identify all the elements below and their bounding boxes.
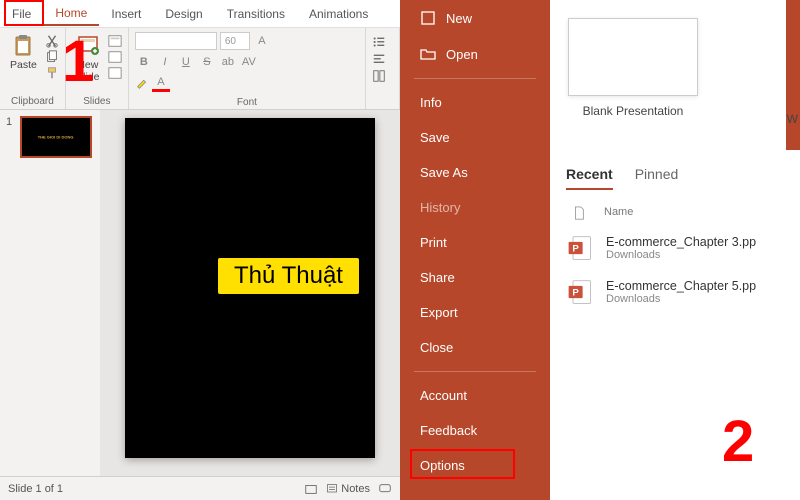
template-blank[interactable]: Blank Presentation [568, 18, 698, 118]
backstage-content: Blank Presentation W Recent Pinned Name … [550, 0, 800, 500]
recent-area: Recent Pinned Name P E-commerce_Chapter … [558, 166, 800, 316]
editor-area: 1 THE GIOI DI DONG [0, 110, 400, 476]
backstage-nav: New Open Info Save Save As History Print… [400, 0, 550, 500]
backstage-history: History [400, 190, 550, 225]
recent-file-1[interactable]: P E-commerce_Chapter 3.pp Downloads [566, 228, 800, 272]
thumb-number: 1 [6, 116, 12, 128]
backstage-view: New Open Info Save Save As History Print… [400, 0, 800, 500]
ribbon-tabs: File Home Insert Design Transitions Anim… [0, 0, 400, 28]
svg-text:P: P [572, 244, 579, 255]
ribbon-body: Paste Clipboard New Slide [0, 28, 400, 110]
file-name: E-commerce_Chapter 5.pp [606, 279, 756, 293]
align-icon[interactable] [372, 52, 386, 66]
file-location: Downloads [606, 249, 756, 261]
layout-icon[interactable] [108, 34, 122, 48]
text-shadow-button[interactable]: ab [219, 53, 237, 71]
reset-icon[interactable] [108, 50, 122, 64]
group-slides: New Slide Slides [66, 28, 129, 109]
spellcheck-icon[interactable] [304, 482, 318, 496]
backstage-share[interactable]: Share [400, 260, 550, 295]
notes-icon [326, 483, 338, 495]
backstage-new[interactable]: New [400, 0, 550, 36]
backstage-feedback[interactable]: Feedback [400, 413, 550, 448]
char-spacing-button[interactable]: AV [240, 53, 258, 71]
separator [414, 371, 536, 372]
group-slides-label: Slides [72, 94, 122, 107]
strike-button[interactable]: S [198, 53, 216, 71]
bullets-icon[interactable] [372, 35, 386, 49]
backstage-export[interactable]: Export [400, 295, 550, 330]
template-thumb [568, 18, 698, 96]
truncated-template [786, 0, 800, 150]
powerpoint-editor-window: File Home Insert Design Transitions Anim… [0, 0, 400, 500]
new-icon [420, 10, 436, 26]
pptx-icon: P [566, 278, 594, 306]
font-family-select[interactable] [135, 32, 217, 50]
paste-label: Paste [10, 60, 37, 72]
backstage-print[interactable]: Print [400, 225, 550, 260]
tab-home[interactable]: Home [43, 2, 99, 26]
group-font: 60 A B I U S ab AV A Font [129, 28, 366, 109]
file-location: Downloads [606, 293, 756, 305]
recent-file-2[interactable]: P E-commerce_Chapter 5.pp Downloads [566, 272, 800, 316]
cut-icon[interactable] [45, 34, 59, 48]
new-slide-button[interactable]: New Slide [72, 32, 104, 85]
slide-thumbnail-1[interactable]: THE GIOI DI DONG [20, 116, 92, 158]
tab-insert[interactable]: Insert [99, 3, 153, 25]
tab-pinned[interactable]: Pinned [635, 166, 679, 190]
grow-font-icon[interactable]: A [253, 32, 271, 50]
comments-icon[interactable] [378, 482, 392, 496]
backstage-account[interactable]: Account [400, 378, 550, 413]
format-painter-icon[interactable] [45, 66, 59, 80]
backstage-save[interactable]: Save [400, 120, 550, 155]
slide-thumbnail-panel: 1 THE GIOI DI DONG [0, 110, 100, 476]
group-clipboard-label: Clipboard [6, 94, 59, 107]
backstage-save-as[interactable]: Save As [400, 155, 550, 190]
backstage-options[interactable]: Options [400, 448, 550, 483]
open-folder-icon [420, 46, 436, 62]
paste-icon [11, 34, 35, 58]
backstage-open[interactable]: Open [400, 36, 550, 72]
italic-button[interactable]: I [156, 53, 174, 71]
tab-transitions[interactable]: Transitions [215, 3, 297, 25]
tab-animations[interactable]: Animations [297, 3, 380, 25]
bold-button[interactable]: B [135, 53, 153, 71]
new-slide-label: New Slide [76, 60, 99, 83]
col-name: Name [604, 206, 633, 220]
tab-file[interactable]: File [0, 3, 43, 25]
slide-counter: Slide 1 of 1 [8, 483, 63, 495]
separator [414, 78, 536, 79]
template-row: Blank Presentation [558, 10, 800, 126]
svg-text:P: P [572, 288, 579, 299]
file-name: E-commerce_Chapter 3.pp [606, 235, 756, 249]
columns-icon[interactable] [372, 69, 386, 83]
highlight-icon[interactable] [135, 76, 149, 90]
slide[interactable] [125, 118, 375, 458]
font-size-select[interactable]: 60 [220, 32, 250, 50]
copy-icon[interactable] [45, 50, 59, 64]
paste-button[interactable]: Paste [6, 32, 41, 74]
recent-header: Name [566, 202, 800, 228]
section-icon[interactable] [108, 66, 122, 80]
file-header-icon [572, 206, 586, 220]
recent-tabs: Recent Pinned [566, 166, 800, 190]
underline-button[interactable]: U [177, 53, 195, 71]
status-bar: Slide 1 of 1 Notes [0, 476, 400, 500]
truncated-template-label: W [787, 112, 798, 126]
thumb-text: THE GIOI DI DONG [38, 135, 74, 140]
group-clipboard: Paste Clipboard [0, 28, 66, 109]
backstage-close[interactable]: Close [400, 330, 550, 365]
tab-design[interactable]: Design [153, 3, 214, 25]
group-font-label: Font [135, 95, 359, 108]
template-name: Blank Presentation [583, 104, 684, 118]
backstage-info[interactable]: Info [400, 85, 550, 120]
new-slide-icon [76, 34, 100, 58]
notes-button[interactable]: Notes [326, 483, 370, 495]
tab-recent[interactable]: Recent [566, 166, 613, 190]
group-paragraph-partial [366, 28, 400, 109]
font-color-button[interactable]: A [152, 74, 170, 92]
slide-canvas-area[interactable] [100, 110, 400, 476]
pptx-icon: P [566, 234, 594, 262]
